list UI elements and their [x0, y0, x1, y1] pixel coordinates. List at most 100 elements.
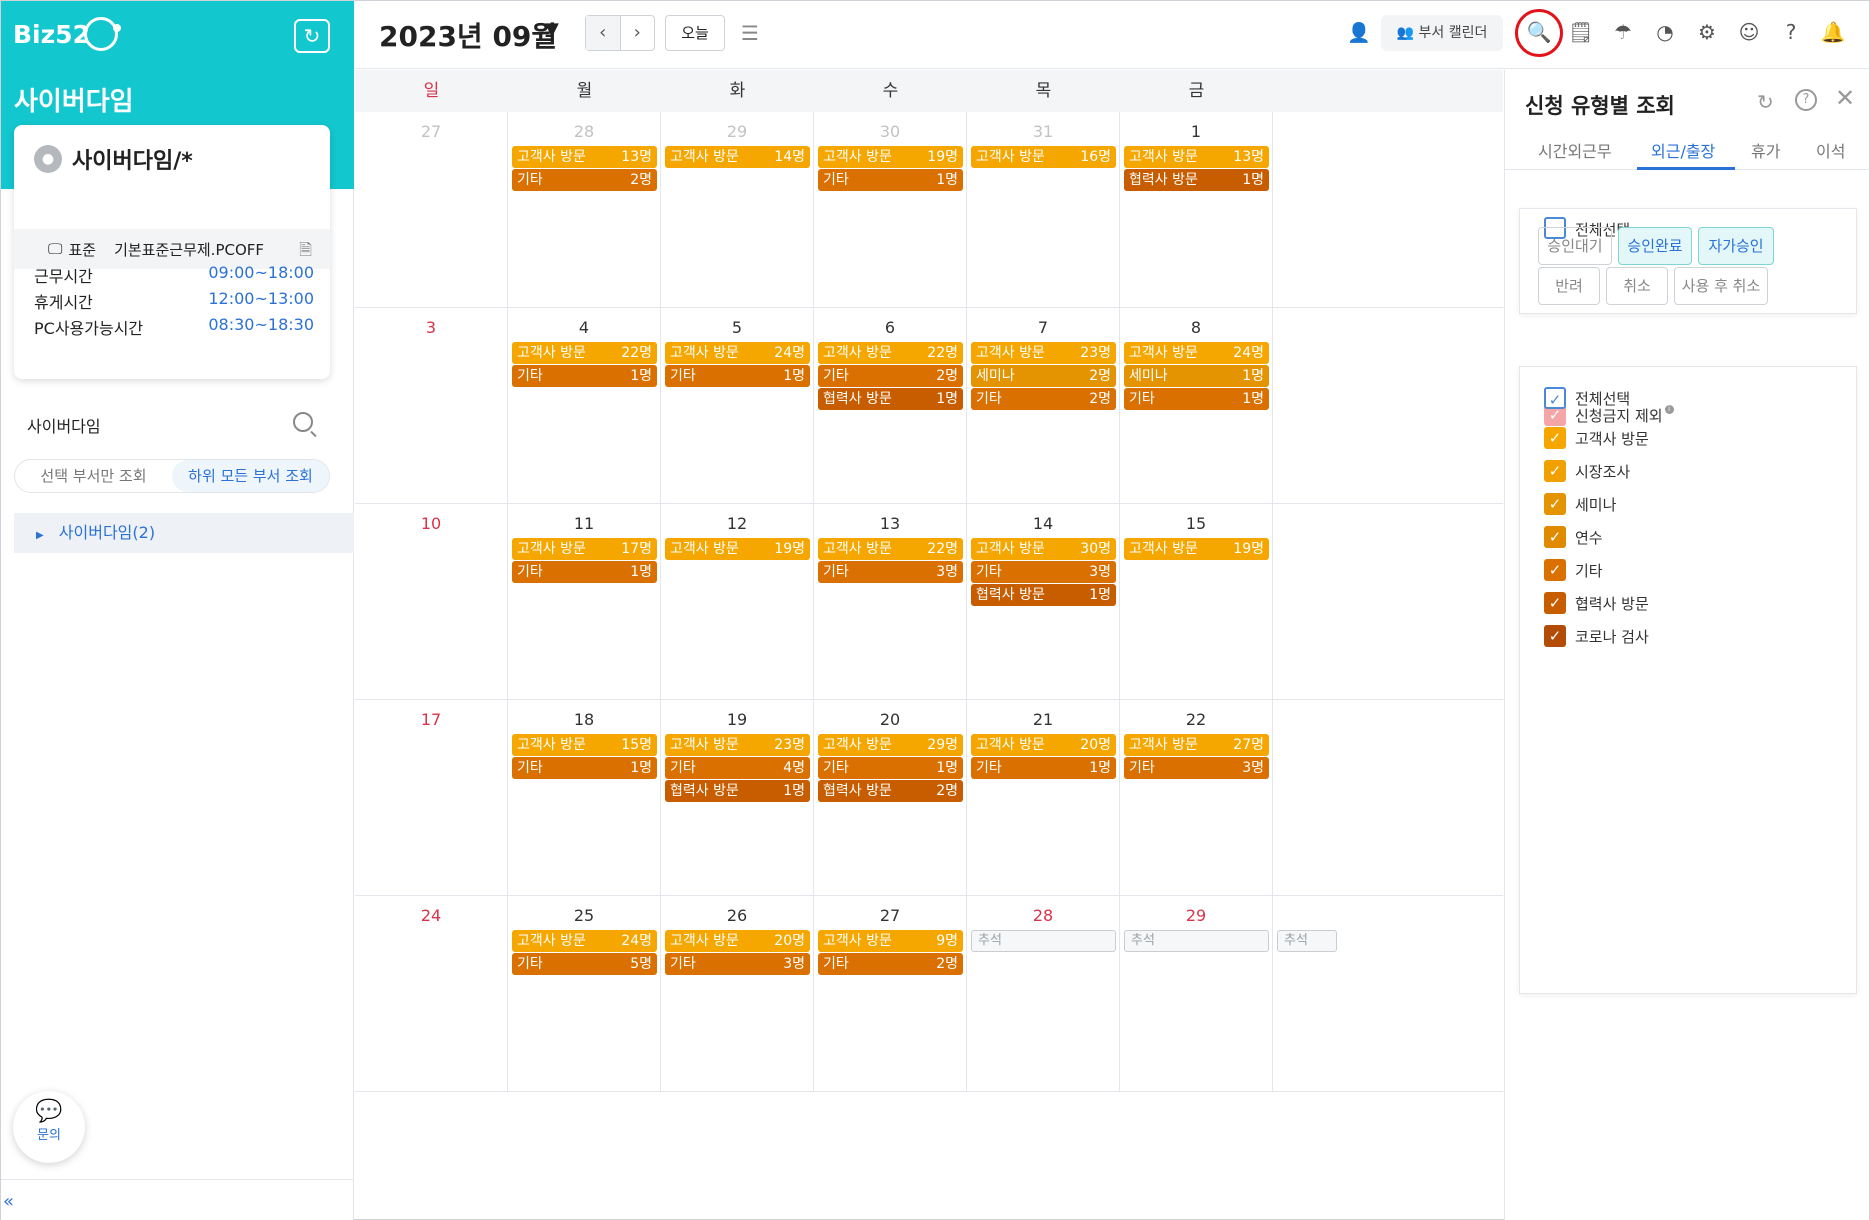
event-bar[interactable]: 고객사 방문 20명	[665, 930, 810, 952]
tab-vacation[interactable]: 휴가	[1751, 138, 1780, 162]
day-cell-overflow[interactable]	[1273, 308, 1503, 503]
day-cell[interactable]: 18 고객사 방문 15명 기타 1명	[508, 700, 661, 895]
event-bar[interactable]: 고객사 방문 20명	[971, 734, 1116, 756]
search-icon[interactable]	[293, 412, 313, 432]
day-cell[interactable]: 5 고객사 방문 24명 기타 1명	[661, 308, 814, 503]
bell-icon[interactable]: 🔔	[1820, 19, 1846, 45]
holiday-label[interactable]: 추석	[1277, 930, 1337, 952]
event-bar[interactable]: 협력사 방문 2명	[818, 780, 963, 802]
day-cell[interactable]: 20 고객사 방문 29명 기타 1명 협력사 방문 2명	[814, 700, 967, 895]
event-bar[interactable]: 고객사 방문 17명	[512, 538, 657, 560]
day-cell[interactable]: 26 고객사 방문 20명 기타 3명	[661, 896, 814, 1091]
day-cell[interactable]: 10	[355, 504, 508, 699]
status-chip[interactable]: 취소	[1606, 267, 1668, 305]
day-cell[interactable]: 28 추석	[967, 896, 1120, 1091]
type-checkbox[interactable]: ✓	[1544, 427, 1566, 449]
event-bar[interactable]: 기타 1명	[512, 365, 657, 387]
search-list-icon[interactable]: 🔍	[1526, 19, 1552, 45]
event-bar[interactable]: 기타 3명	[971, 561, 1116, 583]
event-bar[interactable]: 협력사 방문 1명	[665, 780, 810, 802]
day-cell[interactable]: 11 고객사 방문 17명 기타 1명	[508, 504, 661, 699]
status-chip[interactable]: 승인대기	[1538, 227, 1612, 265]
refresh-button[interactable]: ↻	[294, 19, 330, 53]
event-bar[interactable]: 기타 3명	[1124, 757, 1269, 779]
day-cell[interactable]: 6 고객사 방문 22명 기타 2명 협력사 방문 1명	[814, 308, 967, 503]
day-cell[interactable]: 22 고객사 방문 27명 기타 3명	[1120, 700, 1273, 895]
help-icon[interactable]: ?	[1778, 19, 1804, 45]
event-bar[interactable]: 기타 1명	[818, 169, 963, 191]
status-chip[interactable]: 반려	[1538, 267, 1600, 305]
event-bar[interactable]: 고객사 방문 13명	[1124, 146, 1269, 168]
month-title[interactable]: 2023년 09월	[379, 15, 557, 55]
event-bar[interactable]: 기타 2명	[512, 169, 657, 191]
next-month-button[interactable]: ›	[621, 16, 655, 50]
event-bar[interactable]: 고객사 방문 24명	[1124, 342, 1269, 364]
app-logo[interactable]: Biz52	[13, 17, 121, 51]
day-cell-overflow[interactable]	[1273, 700, 1503, 895]
day-cell[interactable]: 13 고객사 방문 22명 기타 3명	[814, 504, 967, 699]
status-chip[interactable]: 사용 후 취소	[1674, 267, 1768, 305]
tab-away[interactable]: 이석	[1816, 138, 1845, 162]
event-bar[interactable]: 고객사 방문 29명	[818, 734, 963, 756]
month-dropdown-icon[interactable]: ▼	[545, 19, 559, 40]
day-cell[interactable]: 14 고객사 방문 30명 기타 3명 협력사 방문 1명	[967, 504, 1120, 699]
type-select-all-checkbox[interactable]: ✓	[1544, 387, 1566, 409]
day-cell[interactable]: 3	[355, 308, 508, 503]
event-bar[interactable]: 고객사 방문 23명	[665, 734, 810, 756]
scope-all-sub[interactable]: 하위 모든 부서 조회	[172, 460, 329, 492]
day-cell[interactable]: 21 고객사 방문 20명 기타 1명	[967, 700, 1120, 895]
inquiry-button[interactable]: 💬 문의	[13, 1091, 85, 1163]
day-cell[interactable]: 17	[355, 700, 508, 895]
day-cell[interactable]: 12 고객사 방문 19명	[661, 504, 814, 699]
event-bar[interactable]: 고객사 방문 14명	[665, 146, 810, 168]
day-cell[interactable]: 19 고객사 방문 23명 기타 4명 협력사 방문 1명	[661, 700, 814, 895]
day-cell-overflow[interactable]: 추석	[1273, 896, 1503, 1091]
event-bar[interactable]: 기타 1명	[512, 561, 657, 583]
day-cell[interactable]: 8 고객사 방문 24명 세미나 1명 기타 1명	[1120, 308, 1273, 503]
event-bar[interactable]: 고객사 방문 19명	[818, 146, 963, 168]
status-chip[interactable]: 자가승인	[1698, 227, 1774, 265]
event-bar[interactable]: 고객사 방문 22명	[512, 342, 657, 364]
expand-arrow-icon[interactable]: ▶	[36, 530, 44, 541]
day-cell[interactable]: 1 고객사 방문 13명 협력사 방문 1명	[1120, 112, 1273, 307]
scope-selected-only[interactable]: 선택 부서만 조회	[15, 460, 172, 492]
event-bar[interactable]: 기타 1명	[971, 757, 1116, 779]
close-icon[interactable]: ✕	[1835, 84, 1855, 112]
event-bar[interactable]: 협력사 방문 1명	[1124, 169, 1269, 191]
panel-refresh-icon[interactable]: ↻	[1757, 90, 1774, 114]
event-bar[interactable]: 고객사 방문 22명	[818, 342, 963, 364]
umbrella-icon[interactable]: ☂	[1610, 19, 1636, 45]
event-bar[interactable]: 기타 2명	[818, 953, 963, 975]
day-cell[interactable]: 28 고객사 방문 13명 기타 2명	[508, 112, 661, 307]
day-cell[interactable]: 27	[355, 112, 508, 307]
type-checkbox[interactable]: ✓	[1544, 592, 1566, 614]
tab-overtime[interactable]: 시간외근무	[1538, 138, 1612, 162]
event-bar[interactable]: 고객사 방문 13명	[512, 146, 657, 168]
day-cell[interactable]: 27 고객사 방문 9명 기타 2명	[814, 896, 967, 1091]
event-bar[interactable]: 고객사 방문 15명	[512, 734, 657, 756]
panel-help-icon[interactable]: ?	[1795, 89, 1817, 111]
type-checkbox[interactable]: ✓	[1544, 526, 1566, 548]
status-chip[interactable]: 승인완료	[1618, 227, 1692, 265]
event-bar[interactable]: 협력사 방문 1명	[971, 584, 1116, 606]
event-bar[interactable]: 기타 3명	[665, 953, 810, 975]
tab-outside-work[interactable]: 외근/출장	[1651, 138, 1715, 162]
event-bar[interactable]: 고객사 방문 16명	[971, 146, 1116, 168]
event-bar[interactable]: 고객사 방문 22명	[818, 538, 963, 560]
day-cell[interactable]: 30 고객사 방문 19명 기타 1명	[814, 112, 967, 307]
event-bar[interactable]: 기타 1명	[818, 757, 963, 779]
holiday-label[interactable]: 추석	[1124, 930, 1269, 952]
day-cell[interactable]: 7 고객사 방문 23명 세미나 2명 기타 2명	[967, 308, 1120, 503]
event-bar[interactable]: 고객사 방문 23명	[971, 342, 1116, 364]
holiday-label[interactable]: 추석	[971, 930, 1116, 952]
gear-icon[interactable]: ⚙	[1694, 19, 1720, 45]
user-circle-icon[interactable]: ☺	[1736, 19, 1762, 45]
day-cell[interactable]: 25 고객사 방문 24명 기타 5명	[508, 896, 661, 1091]
event-bar[interactable]: 기타 1명	[1124, 388, 1269, 410]
event-bar[interactable]: 고객사 방문 24명	[665, 342, 810, 364]
event-bar[interactable]: 세미나 1명	[1124, 365, 1269, 387]
day-cell[interactable]: 24	[355, 896, 508, 1091]
collapse-sidebar-button[interactable]: «	[3, 1191, 14, 1212]
day-cell[interactable]: 29 고객사 방문 14명	[661, 112, 814, 307]
prev-month-button[interactable]: ‹	[586, 16, 621, 50]
